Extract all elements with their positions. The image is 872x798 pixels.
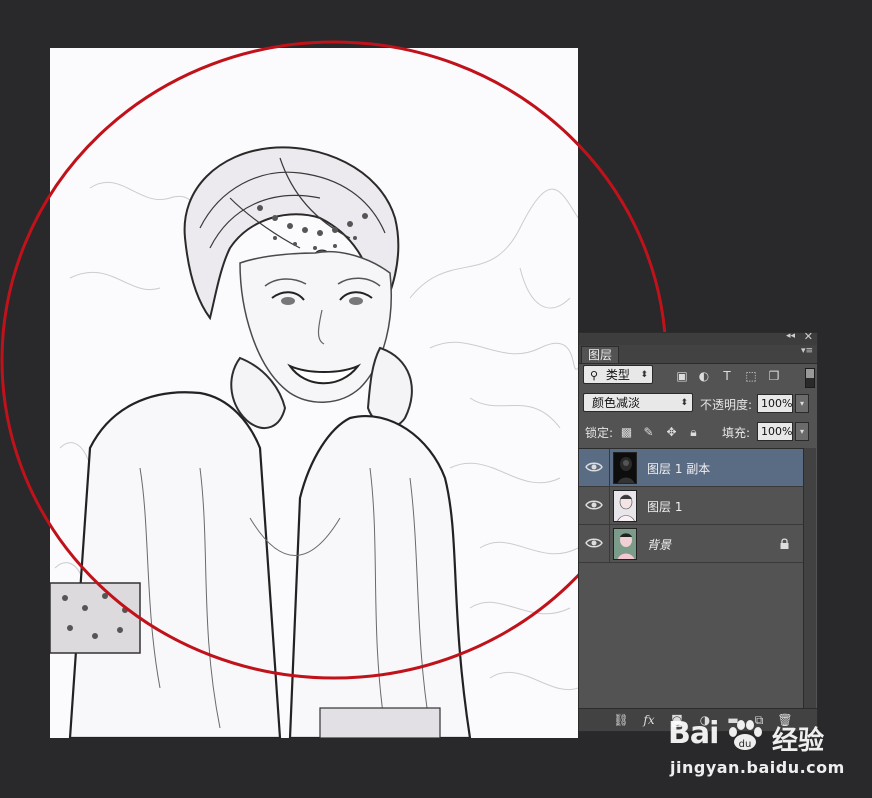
opacity-label: 不透明度: [700,398,753,412]
close-icon[interactable]: ✕ [804,330,813,343]
lock-position-icon[interactable]: ✥ [665,426,678,439]
adjustment-layer-icon[interactable]: ◐ [697,369,711,383]
layer-name[interactable]: 背景 [647,536,671,553]
link-icon[interactable]: ⛓ [613,713,629,727]
chevron-updown-icon: ⬍ [680,398,688,408]
eye-icon[interactable] [585,536,603,550]
filter-kind-select[interactable]: ⚲ 类型 ⬍ [583,365,653,384]
eye-icon[interactable] [585,498,603,512]
fill-label: 填充: [722,426,751,440]
watermark-url: jingyan.baidu.com [670,758,845,777]
layer-thumbnail [613,528,637,560]
layer-name[interactable]: 图层 1 副本 [647,460,710,477]
fill-input[interactable]: 100% [757,422,793,441]
eye-icon[interactable] [585,460,603,474]
opacity-input[interactable]: 100% [757,394,793,413]
fill-dropdown-button[interactable]: ▾ [795,422,809,441]
layer-row-copy[interactable]: 图层 1 副本 [579,449,804,487]
layer-thumbnail [613,452,637,484]
layers-list: 图层 1 副本 图层 1 背景 [579,448,804,711]
panel-title-strip: ◂◂ ✕ [579,330,817,345]
collapse-icon[interactable]: ◂◂ [786,331,795,341]
divider [609,449,610,487]
lock-icon [780,538,789,549]
layer-row-1[interactable]: 图层 1 [579,487,804,525]
pixel-layer-icon[interactable]: ▣ [675,369,689,383]
filter-row: ⚲ 类型 ⬍ ▣ ◐ T ⬚ ❐ [579,365,819,389]
lock-row: 锁定: ▩ ✎ ✥ 🔒︎ 填充: 100% ▾ [579,421,819,445]
layer-thumbnail [613,490,637,522]
smart-object-icon[interactable]: ❐ [767,369,781,383]
lock-all-icon[interactable]: 🔒︎ [687,426,700,439]
lock-transparency-icon[interactable]: ▩ [620,426,633,439]
layer-name[interactable]: 图层 1 [647,498,682,515]
opacity-dropdown-button[interactable]: ▾ [795,394,809,413]
layers-scrollbar[interactable] [803,448,816,710]
baidu-watermark: Bai du 经验 jingyan.baidu.com [668,712,868,792]
lock-label: 锁定: [585,426,614,440]
sketch-artwork [50,48,578,738]
layers-panel: ◂◂ ✕ 图层 ▾≡ ⚲ 类型 ⬍ ▣ ◐ T ⬚ ❐ 颜色减淡 ⬍ 不透明度:… [578,330,819,732]
blend-mode-value: 颜色减淡 [592,396,641,410]
panel-menu-icon[interactable]: ▾≡ [801,346,813,356]
filter-toggle-switch[interactable] [805,368,815,388]
watermark-logo: Bai [668,716,719,751]
tab-layers[interactable]: 图层 [581,346,619,363]
filter-kind-value: 类型 [605,368,630,382]
divider [609,525,610,563]
document-canvas[interactable] [50,48,578,738]
fx-icon[interactable]: fx [641,713,657,727]
paw-icon: du [729,720,762,750]
divider [609,487,610,525]
shape-layer-icon[interactable]: ⬚ [744,369,758,383]
panel-tab-bar: 图层 ▾≡ [579,345,817,364]
layer-row-background[interactable]: 背景 [579,525,804,563]
search-icon: ⚲ [590,369,599,382]
svg-text:du: du [739,739,752,750]
type-layer-icon[interactable]: T [720,369,734,383]
watermark-brand: 经验 [772,726,825,756]
blend-mode-select[interactable]: 颜色减淡 ⬍ [583,393,693,412]
lock-paint-icon[interactable]: ✎ [642,426,655,439]
chevron-updown-icon: ⬍ [640,370,648,380]
blend-row: 颜色减淡 ⬍ 不透明度: 100% ▾ [579,393,819,417]
